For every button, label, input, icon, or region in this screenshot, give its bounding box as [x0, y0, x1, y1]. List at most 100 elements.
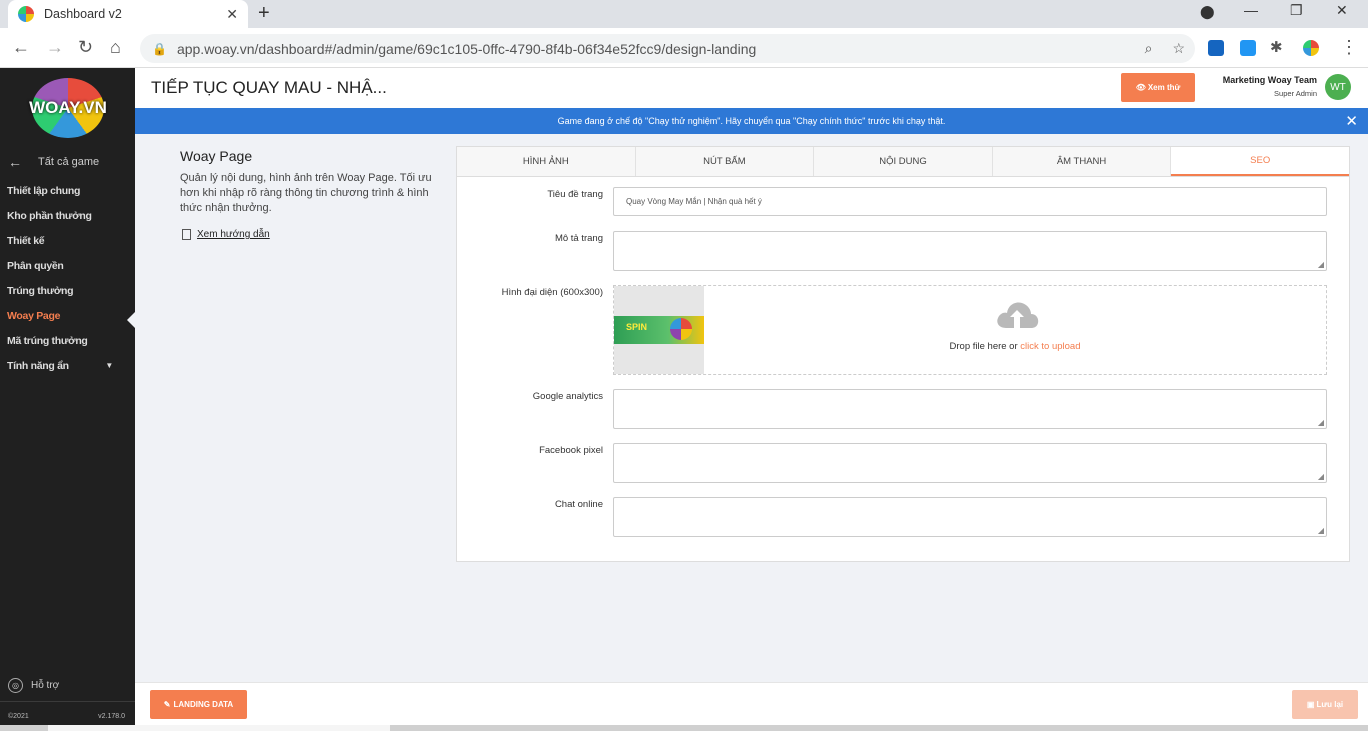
facebook-pixel-textarea[interactable]: ◢	[613, 443, 1327, 483]
page-title-input[interactable]: Quay Vòng May Mắn | Nhận quà hết ý	[613, 187, 1327, 216]
browser-tab[interactable]: Dashboard v2 ✕	[8, 0, 248, 28]
notice-text: Game đang ở chế độ "Chạy thử nghiệm". Hã…	[557, 116, 946, 126]
save-button[interactable]: ▣ Lưu lại	[1292, 690, 1358, 719]
resize-handle-icon[interactable]: ◢	[1318, 472, 1324, 481]
sidebar-item-label: Mã trúng thưởng	[7, 334, 88, 347]
sidebar-item-general-settings[interactable]: Thiết lập chung	[0, 178, 135, 203]
support-link[interactable]: ◎ Hỗ trợ	[8, 678, 59, 693]
sidebar-item-reward-store[interactable]: Kho phần thưởng	[0, 203, 135, 228]
resize-handle-icon[interactable]: ◢	[1318, 526, 1324, 535]
browser-menu-icon[interactable]: ⋮	[1340, 37, 1358, 58]
user-info[interactable]: Marketing Woay Team Super Admin	[1197, 74, 1317, 100]
sidebar-item-label: Tính năng ẩn	[7, 359, 69, 372]
preview-button[interactable]: 👁 Xem thử	[1121, 73, 1195, 102]
tab-search-icon[interactable]: ⬤	[1200, 4, 1215, 20]
new-tab-icon[interactable]: +	[258, 2, 270, 25]
sidebar-item-prize-codes[interactable]: Mã trúng thưởng	[0, 328, 135, 353]
guide-label: Xem hướng dẫn	[197, 229, 270, 240]
tab-sound[interactable]: ÂM THANH	[992, 147, 1172, 176]
extension-icon[interactable]	[1208, 40, 1224, 56]
resize-handle-icon[interactable]: ◢	[1318, 418, 1324, 427]
image-label: Hình đại diện (600x300)	[501, 287, 603, 298]
sidebar-item-hidden-features[interactable]: Tính năng ẩn ▼	[0, 353, 135, 378]
caret-down-icon: ▼	[105, 361, 113, 370]
test-mode-notice: Game đang ở chế độ "Chạy thử nghiệm". Hã…	[135, 108, 1368, 134]
settings-card: HÌNH ẢNH NÚT BẤM NỘI DUNG ÂM THANH SEO T…	[456, 146, 1350, 562]
drop-text-label: Drop file here or	[949, 341, 1018, 352]
back-label: Tất cả game	[38, 156, 100, 168]
section-title: Woay Page	[180, 148, 253, 164]
bottom-scrollbar[interactable]	[0, 725, 1368, 731]
chat-online-textarea[interactable]: ◢	[613, 497, 1327, 537]
resize-handle-icon[interactable]: ◢	[1318, 260, 1324, 269]
tab-seo[interactable]: SEO	[1171, 147, 1349, 176]
scrollbar-thumb[interactable]	[48, 725, 390, 731]
back-to-all-games[interactable]: ← Tất cả game	[8, 154, 99, 170]
sidebar-item-label: Phân quyền	[7, 259, 64, 272]
section-description: Quản lý nội dung, hình ảnh trên Woay Pag…	[180, 172, 432, 214]
address-bar[interactable]: 🔒 app.woay.vn/dashboard#/admin/game/69c1…	[140, 34, 1195, 63]
image-dropzone[interactable]: SPIN Drop file here or click to upload	[613, 285, 1327, 375]
tab-content[interactable]: NỘI DUNG	[814, 147, 993, 176]
description-textarea[interactable]: ◢	[613, 231, 1327, 271]
extension-drop-icon[interactable]	[1240, 40, 1256, 56]
book-icon	[182, 229, 191, 240]
support-label: Hỗ trợ	[31, 680, 60, 691]
woay-favicon-icon	[18, 6, 34, 22]
view-guide-link[interactable]: Xem hướng dẫn	[182, 229, 270, 240]
image-thumbnail[interactable]: SPIN	[614, 286, 704, 374]
sidebar-item-woay-page[interactable]: Woay Page	[0, 303, 135, 328]
avatar[interactable]: WT	[1325, 74, 1351, 100]
tab-bar: HÌNH ẢNH NÚT BẤM NỘI DUNG ÂM THANH SEO	[457, 147, 1349, 177]
google-analytics-textarea[interactable]: ◢	[613, 389, 1327, 429]
main-content: Woay Page Quản lý nội dung, hình ảnh trê…	[135, 134, 1368, 682]
close-window-icon[interactable]: ✕	[1336, 2, 1348, 19]
restore-icon[interactable]: ❐	[1290, 2, 1303, 19]
sidebar-item-winners[interactable]: Trúng thưởng	[0, 278, 135, 303]
logo-text: WOAY.VN	[29, 98, 107, 117]
eye-icon: 👁	[1135, 83, 1146, 92]
close-notice-icon[interactable]: ✕	[1345, 112, 1358, 130]
reload-icon[interactable]: ↻	[78, 37, 93, 58]
back-icon[interactable]: ←	[12, 37, 30, 58]
sidebar-item-label: Kho phần thưởng	[7, 209, 92, 222]
tab-images[interactable]: HÌNH ẢNH	[457, 147, 636, 176]
zoom-icon[interactable]: ⌕	[1145, 40, 1153, 57]
compass-icon: ◎	[8, 678, 23, 693]
cloud-upload-icon	[997, 302, 1039, 328]
sidebar: WOAY.VN ← Tất cả game Thiết lập chung Kh…	[0, 68, 135, 731]
description-label: Mô tả trang	[554, 233, 603, 244]
lock-icon: 🔒	[152, 41, 167, 56]
chat-online-label: Chat online	[554, 499, 603, 510]
extensions-puzzle-icon[interactable]: ✱	[1270, 38, 1283, 56]
drop-text: Drop file here or click to upload	[704, 341, 1326, 352]
home-icon[interactable]: ⌂	[110, 37, 121, 58]
user-name: Marketing Woay Team	[1222, 75, 1317, 85]
click-to-upload-link[interactable]: click to upload	[1020, 341, 1080, 352]
profile-icon[interactable]	[1303, 40, 1319, 56]
minimize-icon[interactable]: —	[1244, 2, 1258, 18]
woay-logo[interactable]: WOAY.VN	[29, 78, 107, 138]
arrow-left-icon: ←	[8, 154, 22, 170]
sidebar-item-label: Trúng thưởng	[7, 284, 74, 297]
tab-buttons[interactable]: NÚT BẤM	[635, 147, 815, 176]
sidebar-menu: Thiết lập chung Kho phần thưởng Thiết kế…	[0, 178, 135, 378]
url-text: app.woay.vn/dashboard#/admin/game/69c1c1…	[176, 40, 757, 57]
page-title: TIẾP TỤC QUAY MAU - NHẬ...	[151, 78, 387, 97]
browser-tab-title: Dashboard v2	[44, 7, 122, 21]
landing-data-button[interactable]: ✎ LANDING DATA	[150, 690, 247, 719]
action-footer: ✎ LANDING DATA ▣ Lưu lại	[135, 682, 1368, 725]
banner-text: SPIN	[626, 322, 648, 332]
close-tab-icon[interactable]: ✕	[226, 6, 238, 23]
page-title-label: Tiêu đề trang	[547, 189, 603, 200]
save-label: Lưu lại	[1316, 700, 1344, 709]
forward-icon[interactable]: →	[46, 37, 64, 58]
sidebar-item-design[interactable]: Thiết kế	[0, 228, 135, 253]
sidebar-item-permissions[interactable]: Phân quyền	[0, 253, 135, 278]
sidebar-item-label: Thiết lập chung	[7, 184, 81, 197]
browser-toolbar: ← → ↻ ⌂ 🔒 app.woay.vn/dashboard#/admin/g…	[0, 28, 1368, 68]
bookmark-star-icon[interactable]: ☆	[1172, 40, 1185, 57]
landing-data-label: LANDING DATA	[173, 700, 234, 709]
facebook-pixel-label: Facebook pixel	[539, 445, 603, 456]
preview-label: Xem thử	[1147, 83, 1181, 92]
